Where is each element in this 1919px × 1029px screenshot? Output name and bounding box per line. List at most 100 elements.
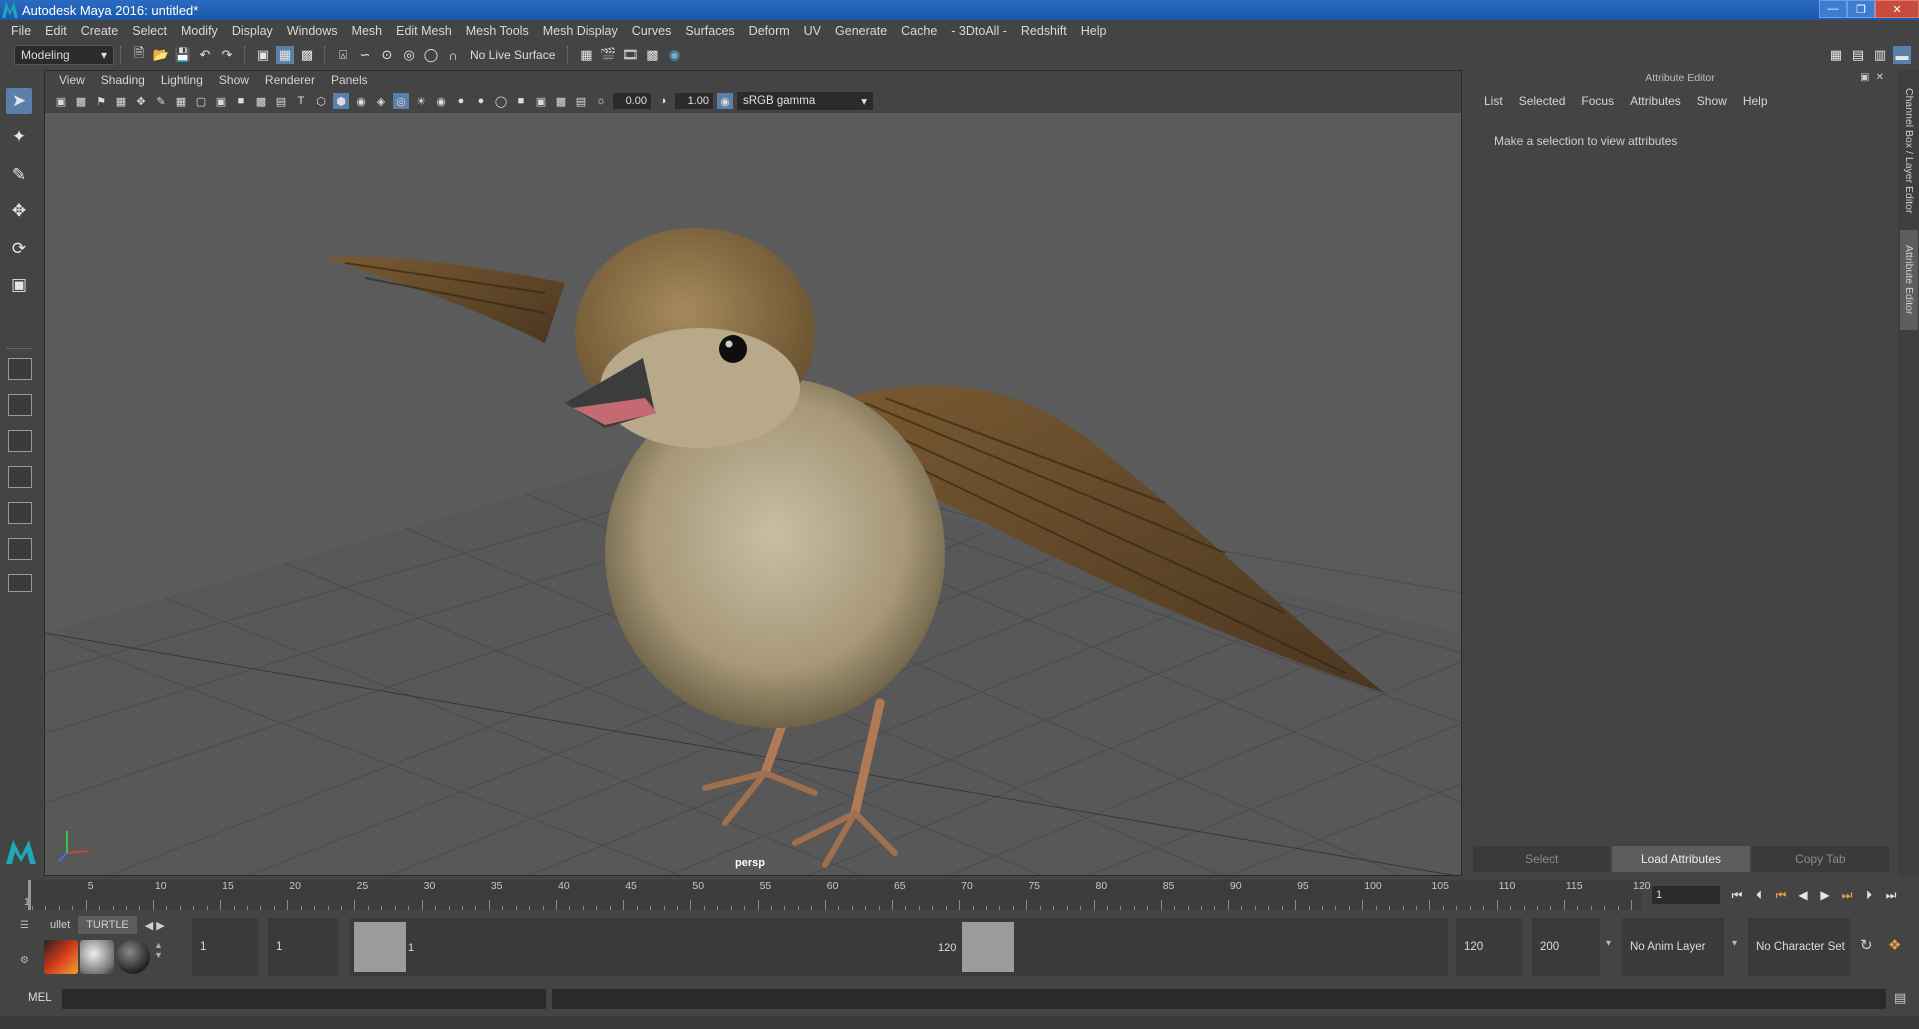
go-to-end-icon[interactable]: ⏭ <box>1880 884 1902 906</box>
menu-windows[interactable]: Windows <box>280 24 345 38</box>
isolate-select-icon[interactable]: ■ <box>513 93 529 109</box>
menu-3dtoall[interactable]: - 3DtoAll - <box>944 24 1014 38</box>
bookmark-icon[interactable]: ⚑ <box>93 93 109 109</box>
hypershade-icon[interactable]: ◉ <box>665 46 683 64</box>
menu-modify[interactable]: Modify <box>174 24 225 38</box>
shelf-tab-bullet[interactable]: ullet <box>42 916 78 934</box>
play-forwards-icon[interactable]: ▶ <box>1814 884 1836 906</box>
attr-menu-selected[interactable]: Selected <box>1511 94 1574 108</box>
render-view-icon[interactable]: ▩ <box>643 46 661 64</box>
chevron-down-icon[interactable]: ▾ <box>1732 938 1737 949</box>
resolution-gate-icon[interactable]: ▣ <box>213 93 229 109</box>
float-panel-icon[interactable]: ▣ <box>1860 72 1869 83</box>
tab-attribute-editor[interactable]: Attribute Editor <box>1900 230 1918 330</box>
menu-create[interactable]: Create <box>74 24 126 38</box>
layout-hypershade-icon[interactable] <box>8 538 32 560</box>
playback-end-field[interactable]: 120 <box>1456 918 1522 976</box>
close-button[interactable]: ✕ <box>1875 0 1919 18</box>
exposure-field[interactable]: 0.00 <box>613 93 651 109</box>
view-transform-dropdown[interactable]: sRGB gamma ▾ <box>737 92 873 110</box>
multisample-aa-icon[interactable]: ● <box>473 93 489 109</box>
exposure-icon[interactable]: ☼ <box>593 93 609 109</box>
attr-menu-focus[interactable]: Focus <box>1573 94 1622 108</box>
range-slider[interactable]: 1 120 <box>350 918 1448 976</box>
step-forward-frame-icon[interactable]: ⏵ <box>1858 884 1880 906</box>
playback-start-field[interactable]: 1 <box>268 918 338 976</box>
snap-grid-icon[interactable]: ⍓ <box>334 46 352 64</box>
shelf-scroll-down-icon[interactable]: ▼ <box>154 950 163 960</box>
field-chart-icon[interactable]: ▩ <box>253 93 269 109</box>
menu-cache[interactable]: Cache <box>894 24 944 38</box>
new-scene-icon[interactable]: 🗎 <box>130 45 148 64</box>
menu-edit[interactable]: Edit <box>38 24 74 38</box>
select-tool-icon[interactable]: ➤ <box>6 88 32 114</box>
undo-icon[interactable]: ↶ <box>196 46 214 64</box>
shelf-tab-turtle[interactable]: TURTLE <box>78 916 137 934</box>
render-frame-icon[interactable]: 🎬 <box>599 46 617 64</box>
smooth-shade-icon[interactable]: ⬢ <box>333 93 349 109</box>
menu-mesh-tools[interactable]: Mesh Tools <box>459 24 536 38</box>
menu-surfaces[interactable]: Surfaces <box>678 24 741 38</box>
render-settings-icon[interactable]: ▦ <box>577 46 595 64</box>
2d-pan-zoom-icon[interactable]: ✥ <box>133 93 149 109</box>
menu-deform[interactable]: Deform <box>742 24 797 38</box>
workspace-icon[interactable]: ▦ <box>1827 46 1845 64</box>
toggle-modeling-toolkit-icon[interactable]: ▥ <box>1871 46 1889 64</box>
lasso-tool-icon[interactable]: ✦ <box>6 124 32 150</box>
move-tool-icon[interactable]: ✥ <box>6 198 32 224</box>
viewport-menu-shading[interactable]: Shading <box>93 73 153 87</box>
viewport-menu-show[interactable]: Show <box>211 73 257 87</box>
ipr-render-icon[interactable]: 🎞 <box>621 46 639 64</box>
shadows-icon[interactable]: ☀ <box>413 93 429 109</box>
wireframe-icon[interactable]: ⬡ <box>313 93 329 109</box>
step-back-frame-icon[interactable]: ⏴ <box>1748 884 1770 906</box>
tab-channel-box[interactable]: Channel Box / Layer Editor <box>1900 76 1918 226</box>
magnet-icon[interactable]: ∩ <box>444 46 462 64</box>
grid-icon[interactable]: ▦ <box>173 93 189 109</box>
attr-menu-attributes[interactable]: Attributes <box>1622 94 1689 108</box>
go-to-start-icon[interactable]: ⏮ <box>1726 884 1748 906</box>
minimize-button[interactable]: — <box>1819 0 1847 18</box>
turtle-sphere-icon[interactable] <box>116 940 150 974</box>
attr-menu-list[interactable]: List <box>1476 94 1511 108</box>
time-slider-track[interactable]: 1 5 10 15 20 25 30 35 40 45 50 55 60 65 70 75 80 85 90 95 10… <box>24 880 1651 910</box>
shelf-menu-icon[interactable]: ☰ <box>20 920 34 931</box>
layout-persp-outliner-icon[interactable] <box>8 430 32 452</box>
script-editor-icon[interactable]: ▤ <box>1894 990 1906 1006</box>
menu-help[interactable]: Help <box>1074 24 1114 38</box>
animation-preferences-icon[interactable]: ❖ <box>1888 936 1901 954</box>
redo-icon[interactable]: ↷ <box>218 46 236 64</box>
menu-mesh[interactable]: Mesh <box>345 24 390 38</box>
step-back-key-icon[interactable]: ⏮ <box>1770 884 1792 906</box>
snap-curve-icon[interactable]: ∽ <box>356 46 374 64</box>
viewport-menu-lighting[interactable]: Lighting <box>153 73 211 87</box>
menu-edit-mesh[interactable]: Edit Mesh <box>389 24 459 38</box>
layout-single-pane-icon[interactable] <box>8 358 32 380</box>
camera-icon[interactable]: ▣ <box>53 93 69 109</box>
xray-joints-icon[interactable]: ▩ <box>553 93 569 109</box>
menu-file[interactable]: File <box>4 24 38 38</box>
xray-icon[interactable]: ▣ <box>533 93 549 109</box>
range-end-handle[interactable] <box>962 922 1014 972</box>
shelf-scroll-icon[interactable]: ◀ ▶ <box>137 916 173 934</box>
toggle-outliner-icon[interactable]: ▤ <box>1849 46 1867 64</box>
snap-live-icon[interactable]: ◯ <box>422 46 440 64</box>
gamma-field[interactable]: 1.00 <box>675 93 713 109</box>
script-language-label[interactable]: MEL <box>28 992 52 1004</box>
image-plane-icon[interactable]: ▦ <box>113 93 129 109</box>
shelf-scroll-up-icon[interactable]: ▲ <box>154 940 163 950</box>
attr-menu-help[interactable]: Help <box>1735 94 1776 108</box>
menu-display[interactable]: Display <box>225 24 280 38</box>
anim-layer-dropdown[interactable]: No Anim Layer <box>1622 918 1724 976</box>
select-button[interactable]: Select <box>1473 846 1611 872</box>
animation-start-field[interactable]: 1 <box>192 918 258 976</box>
shelf-settings-icon[interactable]: ⚙ <box>20 955 34 966</box>
menu-uv[interactable]: UV <box>797 24 828 38</box>
layout-custom-icon[interactable] <box>8 574 32 592</box>
live-surface-field[interactable]: No Live Surface <box>464 48 561 62</box>
auto-key-icon[interactable]: ↻ <box>1860 936 1873 954</box>
layout-four-pane-icon[interactable] <box>8 394 32 416</box>
menu-set-dropdown[interactable]: Modeling ▾ <box>14 45 114 65</box>
viewport-menu-view[interactable]: View <box>51 73 93 87</box>
camera-attributes-icon[interactable]: ▩ <box>73 93 89 109</box>
